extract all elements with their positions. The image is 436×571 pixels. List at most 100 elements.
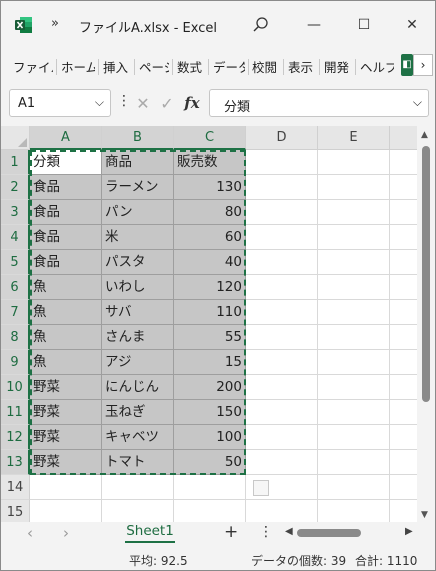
cell-b4[interactable]: 米 [102,225,174,250]
row-header-4[interactable]: 4 [1,225,30,250]
cell-f14[interactable] [390,475,420,500]
cell-a10[interactable]: 野菜 [30,375,102,400]
row-header-5[interactable]: 5 [1,250,30,275]
cell-d13[interactable] [246,450,318,475]
cell-c3[interactable]: 80 [174,200,246,225]
row-header-6[interactable]: 6 [1,275,30,300]
cell-f1[interactable] [390,150,420,175]
minimize-button[interactable]: — [299,11,329,39]
ribbon-scroll-right-button[interactable]: › [413,54,433,76]
cell-c5[interactable]: 40 [174,250,246,275]
cell-b8[interactable]: さんま [102,325,174,350]
row-header-14[interactable]: 14 [1,475,30,500]
vertical-scrollbar[interactable]: ▲ ▼ [417,126,435,522]
cell-e8[interactable] [318,325,390,350]
cell-d2[interactable] [246,175,318,200]
name-box[interactable]: A1 ⌵ [9,89,111,117]
check-icon[interactable]: ✓ [160,94,173,113]
status-count[interactable]: データの個数: 39 [251,552,346,569]
tab-review[interactable]: 校閲 [252,57,280,76]
status-average[interactable]: 平均: 92.5 [129,552,188,569]
cell-c1[interactable]: 販売数 [174,150,246,175]
cell-c11[interactable]: 150 [174,400,246,425]
cell-f11[interactable] [390,400,420,425]
search-icon[interactable] [251,15,271,35]
cell-a4[interactable]: 食品 [30,225,102,250]
cell-c6[interactable]: 120 [174,275,246,300]
cell-e13[interactable] [318,450,390,475]
chevron-down-icon[interactable]: ⌵ [95,95,104,110]
cell-c14[interactable] [174,475,246,500]
cell-e2[interactable] [318,175,390,200]
cell-a11[interactable]: 野菜 [30,400,102,425]
row-header-7[interactable]: 7 [1,300,30,325]
select-all-button[interactable] [1,126,30,150]
cell-b15[interactable] [102,500,174,522]
scroll-down-icon[interactable]: ▼ [421,510,428,520]
cell-e5[interactable] [318,250,390,275]
horizontal-scroll-thumb[interactable] [297,529,361,537]
row-header-15[interactable]: 15 [1,500,30,522]
tab-home[interactable]: ホーム [61,57,95,76]
cell-d4[interactable] [246,225,318,250]
cell-b5[interactable]: パスタ [102,250,174,275]
cell-a3[interactable]: 食品 [30,200,102,225]
row-header-11[interactable]: 11 [1,400,30,425]
cell-e11[interactable] [318,400,390,425]
cell-f9[interactable] [390,350,420,375]
row-header-13[interactable]: 13 [1,450,30,475]
column-header-f[interactable] [390,126,420,150]
cell-c12[interactable]: 100 [174,425,246,450]
cell-a15[interactable] [30,500,102,522]
cell-d8[interactable] [246,325,318,350]
column-header-d[interactable]: D [246,126,318,150]
quick-access-more-button[interactable]: » [51,16,59,31]
cell-a8[interactable]: 魚 [30,325,102,350]
tab-developer[interactable]: 開発 [324,57,352,76]
status-sum[interactable]: 合計: 1110 [355,552,417,569]
scroll-right-icon[interactable]: ▶ [405,526,413,537]
cell-b13[interactable]: トマト [102,450,174,475]
cell-e6[interactable] [318,275,390,300]
tab-help[interactable]: ヘルプ [360,57,394,76]
insert-function-icon[interactable]: fx [184,94,199,112]
cell-d15[interactable] [246,500,318,522]
cell-b6[interactable]: いわし [102,275,174,300]
row-header-2[interactable]: 2 [1,175,30,200]
cell-b14[interactable] [102,475,174,500]
cell-a14[interactable] [30,475,102,500]
cell-c8[interactable]: 55 [174,325,246,350]
cell-a12[interactable]: 野菜 [30,425,102,450]
cell-a6[interactable]: 魚 [30,275,102,300]
cell-e1[interactable] [318,150,390,175]
cell-f8[interactable] [390,325,420,350]
tab-page-layout[interactable]: ページ [139,57,169,76]
cell-b11[interactable]: 玉ねぎ [102,400,174,425]
cell-d12[interactable] [246,425,318,450]
cell-b1[interactable]: 商品 [102,150,174,175]
cell-f2[interactable] [390,175,420,200]
formula-input[interactable]: 分類 ⌵ [209,89,429,117]
row-header-1[interactable]: 1 [1,150,30,175]
cell-b9[interactable]: アジ [102,350,174,375]
column-header-c[interactable]: C [174,126,246,150]
tab-file[interactable]: ファイル [13,57,53,76]
cell-c9[interactable]: 15 [174,350,246,375]
row-header-8[interactable]: 8 [1,325,30,350]
cell-e15[interactable] [318,500,390,522]
sheet-tabs-grip-icon[interactable]: ⋮ [259,524,273,540]
cell-b12[interactable]: キャベツ [102,425,174,450]
tab-view[interactable]: 表示 [288,57,316,76]
formula-bar-grip-icon[interactable]: ⋮ [117,93,131,109]
cell-a7[interactable]: 魚 [30,300,102,325]
maximize-button[interactable]: ☐ [349,11,379,39]
cell-f3[interactable] [390,200,420,225]
cell-a2[interactable]: 食品 [30,175,102,200]
chevron-left-icon[interactable]: ‹ [27,524,33,542]
row-header-10[interactable]: 10 [1,375,30,400]
tab-formulas[interactable]: 数式 [177,57,205,76]
scroll-left-icon[interactable]: ◀ [285,526,293,537]
cell-b10[interactable]: にんじん [102,375,174,400]
cell-c4[interactable]: 60 [174,225,246,250]
cell-f4[interactable] [390,225,420,250]
